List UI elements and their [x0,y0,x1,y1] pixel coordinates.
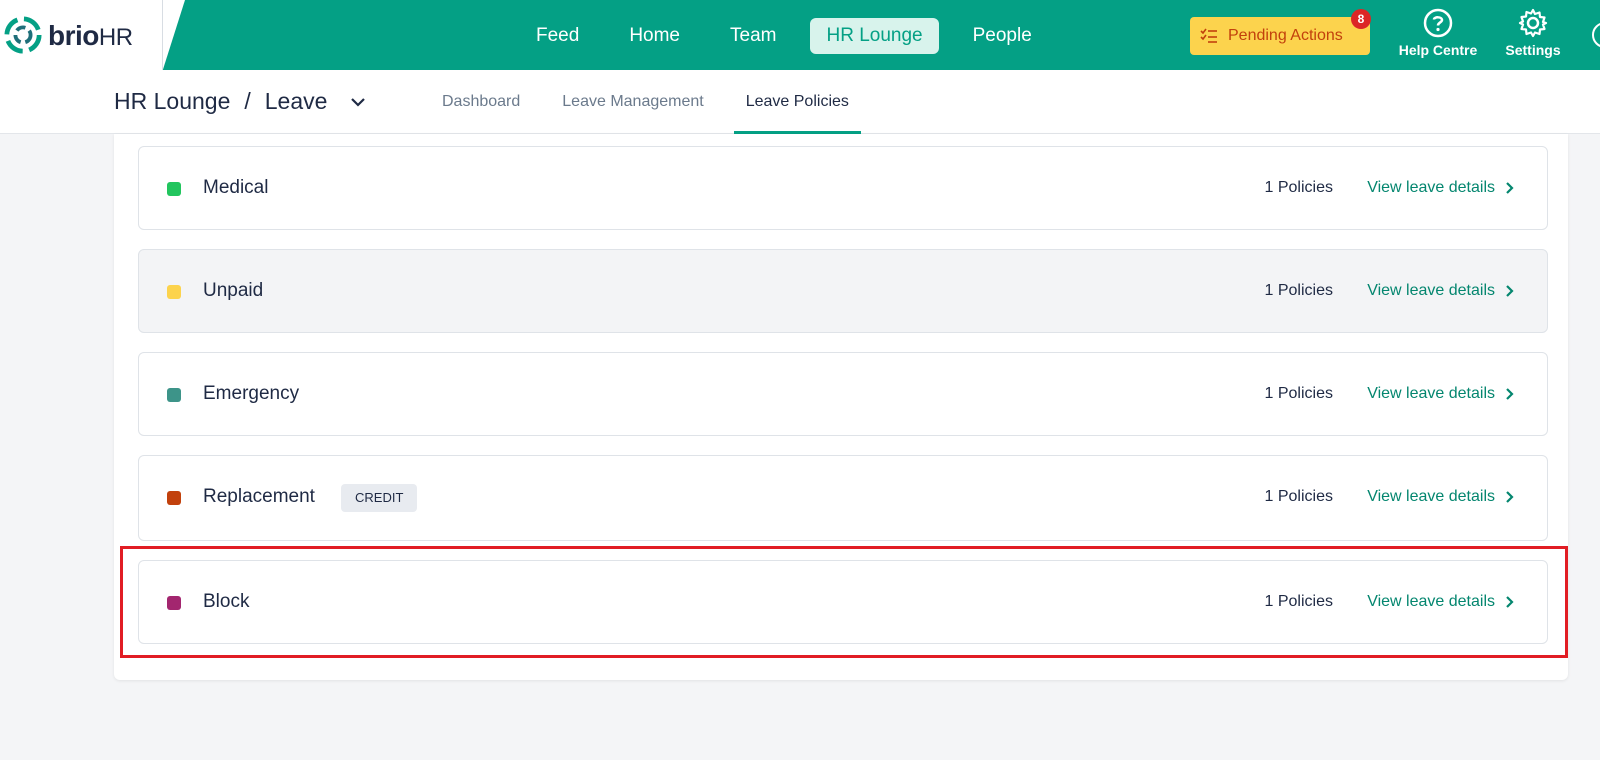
leave-type-row[interactable]: Block 1 Policies View leave details [138,560,1548,644]
view-leave-details-label: View leave details [1367,179,1495,196]
pending-count-badge: 8 [1351,9,1371,29]
chevron-down-icon[interactable] [349,93,367,111]
leave-type-row[interactable]: Replacement CREDIT 1 Policies View leave… [138,455,1548,541]
help-centre-button[interactable]: Help Centre [1393,8,1483,64]
leave-color-indicator [167,182,181,196]
settings-label: Settings [1505,42,1561,58]
view-leave-details-label: View leave details [1367,282,1495,299]
policy-count: 1 Policies [1264,385,1333,402]
policy-count: 1 Policies [1264,282,1333,299]
leave-type-row[interactable]: Unpaid 1 Policies View leave details [138,249,1548,333]
nav-item-feed[interactable]: Feed [520,18,595,54]
view-leave-details-label: View leave details [1367,488,1495,505]
view-leave-details-link[interactable]: View leave details [1367,282,1515,300]
nav-item-home[interactable]: Home [613,18,696,54]
nav-item-team[interactable]: Team [714,18,792,54]
nav-item-hr-lounge[interactable]: HR Lounge [810,18,939,54]
tab-dashboard[interactable]: Dashboard [430,70,532,134]
leave-type-row[interactable]: Medical 1 Policies View leave details [138,146,1548,230]
help-centre-label: Help Centre [1398,42,1478,58]
view-leave-details-label: View leave details [1367,385,1495,402]
view-leave-details-link[interactable]: View leave details [1367,593,1515,611]
brio-logo-icon [4,16,42,54]
avatar[interactable] [1592,22,1600,48]
policy-count: 1 Policies [1264,488,1333,505]
pending-actions-button[interactable]: Pending Actions [1190,17,1370,55]
leave-type-row[interactable]: Emergency 1 Policies View leave details [138,352,1548,436]
main-nav: Feed Home Team HR Lounge People [520,18,1048,54]
policy-count: 1 Policies [1264,179,1333,196]
leave-type-name: Block [203,591,250,612]
chevron-right-icon [1506,596,1514,608]
policy-count: 1 Policies [1264,593,1333,610]
tab-leave-policies[interactable]: Leave Policies [733,70,862,134]
leave-color-indicator [167,388,181,402]
leave-type-name: Medical [203,177,269,198]
breadcrumb-current[interactable]: Leave [265,88,328,115]
gear-icon [1518,8,1548,38]
nav-item-people[interactable]: People [957,18,1048,54]
view-leave-details-link[interactable]: View leave details [1367,488,1515,506]
checklist-icon [1200,28,1217,43]
settings-button[interactable]: Settings [1488,8,1578,64]
top-navigation-bar: brioHR Feed Home Team HR Lounge People P… [0,0,1600,70]
view-leave-details-link[interactable]: View leave details [1367,179,1515,197]
view-leave-details-link[interactable]: View leave details [1367,385,1515,403]
brand-wordmark: brioHR [48,20,133,51]
chevron-right-icon [1506,388,1514,400]
credit-tag: CREDIT [341,484,418,512]
help-icon [1423,8,1453,38]
breadcrumb-separator: / [244,88,251,114]
leave-tabs: Dashboard Leave Management Leave Policie… [430,70,879,134]
logo-divider [162,0,163,70]
leave-type-name: Replacement [203,486,315,507]
view-leave-details-label: View leave details [1367,593,1495,610]
leave-color-indicator [167,285,181,299]
chevron-right-icon [1506,182,1514,194]
leave-color-indicator [167,491,181,505]
breadcrumb: HR Lounge / Leave [114,88,367,115]
logo-area[interactable]: brioHR [0,0,185,70]
chevron-right-icon [1506,285,1514,297]
tab-leave-management[interactable]: Leave Management [550,70,715,134]
pending-actions-label: Pending Actions [1228,27,1343,44]
chevron-right-icon [1506,491,1514,503]
breadcrumb-root[interactable]: HR Lounge [114,88,230,115]
leave-type-name: Emergency [203,383,300,404]
leave-color-indicator [167,596,181,610]
leave-type-name: Unpaid [203,280,264,301]
